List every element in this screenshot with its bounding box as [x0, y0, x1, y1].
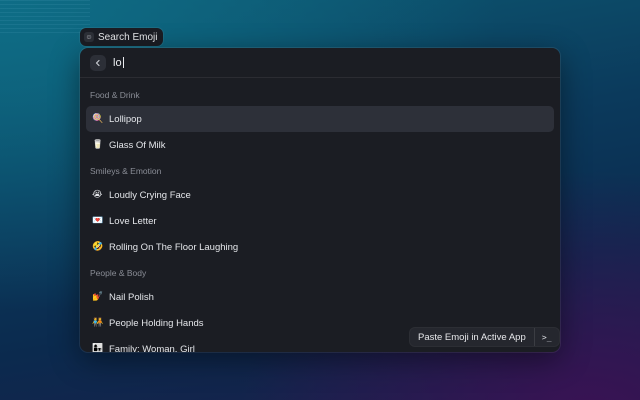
- emoji-name-label: People Holding Hands: [109, 317, 204, 329]
- emoji-glyph: 💅: [92, 292, 104, 302]
- emoji-name-label: Loudly Crying Face: [109, 189, 191, 201]
- search-input[interactable]: lo: [113, 57, 550, 69]
- action-bar: Paste Emoji in Active App >_: [410, 328, 559, 346]
- section-header: Smileys & Emotion: [90, 166, 162, 176]
- emoji-name-label: Lollipop: [109, 113, 142, 125]
- command-pill: ☺ Search Emoji: [80, 28, 164, 46]
- back-button[interactable]: [90, 54, 106, 71]
- emoji-list-item[interactable]: 🍭 Lollipop: [86, 106, 554, 132]
- emoji-search-window: lo Food & Drink 🍭 Lollipop 🥛 Glass Of Milk Sm…: [80, 48, 560, 352]
- emoji-glyph: 🤣: [92, 242, 104, 252]
- wallpaper-texture: [0, 0, 90, 36]
- emoji-list-item[interactable]: 🤣 Rolling On The Floor Laughing: [86, 234, 554, 260]
- section-header: Food & Drink: [90, 90, 140, 100]
- emoji-glyph: 💌: [92, 216, 104, 226]
- terminal-icon-button[interactable]: >_: [535, 328, 559, 346]
- paste-emoji-button[interactable]: Paste Emoji in Active App: [410, 328, 535, 346]
- emoji-name-label: Love Letter: [109, 215, 157, 227]
- search-input-value: lo: [113, 56, 122, 69]
- emoji-list-item[interactable]: 🥛 Glass Of Milk: [86, 132, 554, 158]
- emoji-glyph: 🥛: [92, 140, 104, 150]
- emoji-name-label: Nail Polish: [109, 291, 154, 303]
- emoji-list-item[interactable]: 😭 Loudly Crying Face: [86, 182, 554, 208]
- section-header: People & Body: [90, 268, 147, 278]
- emoji-command-icon: ☺: [84, 32, 94, 42]
- chevron-left-icon: [95, 59, 100, 66]
- results-list: Food & Drink 🍭 Lollipop 🥛 Glass Of Milk Smile…: [80, 78, 560, 352]
- search-bar: lo: [80, 48, 560, 78]
- emoji-name-label: Family: Woman, Girl: [109, 343, 195, 353]
- emoji-list-item[interactable]: 💌 Love Letter: [86, 208, 554, 234]
- emoji-glyph: 🧑‍🤝‍🧑: [92, 318, 104, 328]
- emoji-name-label: Rolling On The Floor Laughing: [109, 241, 239, 253]
- emoji-name-label: Glass Of Milk: [109, 139, 166, 151]
- emoji-list-item[interactable]: 💅 Nail Polish: [86, 284, 554, 310]
- emoji-glyph: 👩‍👧: [92, 344, 104, 352]
- text-caret: [122, 57, 124, 68]
- emoji-glyph: 😭: [92, 190, 103, 200]
- emoji-glyph: 🍭: [92, 114, 104, 124]
- command-pill-label: Search Emoji: [98, 31, 158, 43]
